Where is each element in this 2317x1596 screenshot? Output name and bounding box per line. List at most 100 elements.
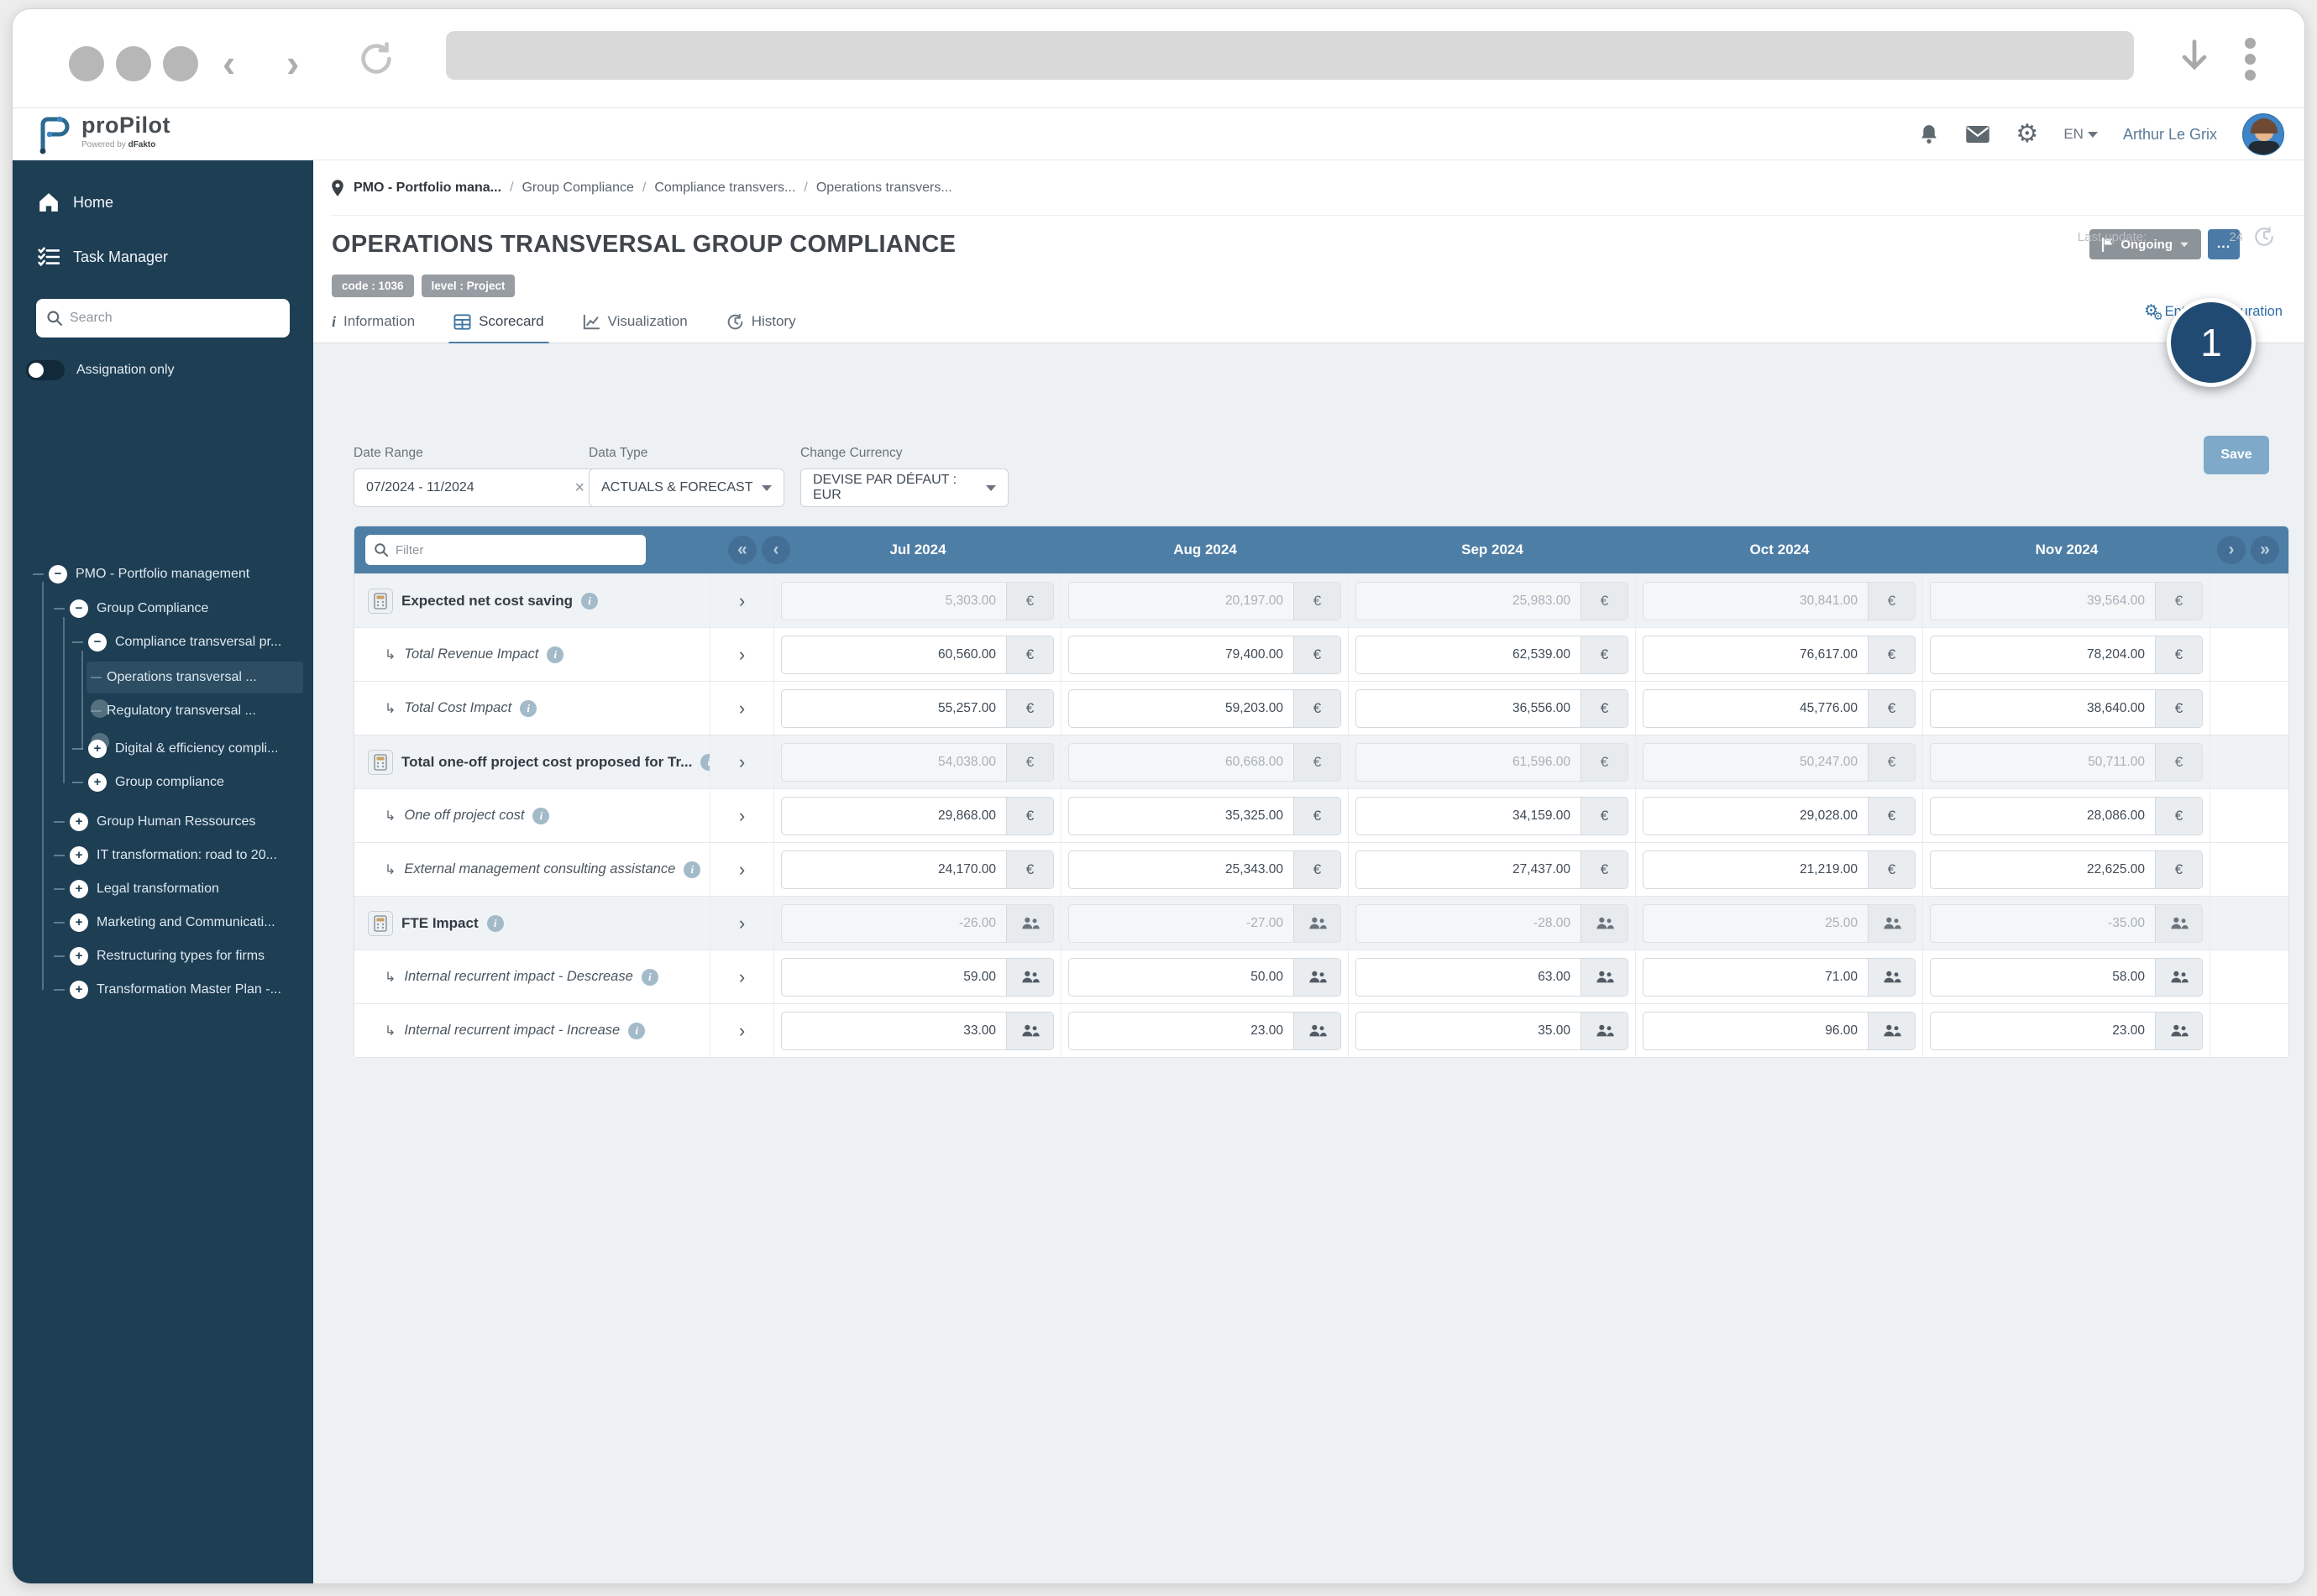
expand-row-button[interactable]: › (710, 789, 774, 842)
breadcrumb-item[interactable]: Operations transvers... (816, 181, 952, 196)
user-name[interactable]: Arthur Le Grix (2123, 126, 2217, 144)
value-input[interactable] (1643, 797, 1868, 835)
value-input[interactable] (1643, 689, 1868, 727)
value-input[interactable] (1356, 797, 1580, 835)
sidebar-tree-item[interactable]: + Legal transformation (54, 874, 219, 904)
expand-icon[interactable]: + (70, 981, 88, 999)
value-input[interactable] (1069, 850, 1293, 888)
sidebar-tree-item[interactable]: + Group Human Ressources (54, 807, 255, 837)
update-history-icon[interactable] (2253, 226, 2275, 248)
value-input[interactable] (1931, 958, 2155, 996)
sidebar-tree-item[interactable]: + IT transformation: road to 20... (54, 840, 277, 871)
expand-icon[interactable]: + (70, 913, 88, 932)
sidebar-item-task-manager[interactable]: Task Manager (13, 238, 313, 275)
value-input[interactable] (1069, 1012, 1293, 1049)
value-input[interactable] (1931, 797, 2155, 835)
collapse-icon[interactable]: − (88, 633, 107, 651)
expand-row-button[interactable]: › (710, 574, 774, 627)
sidebar-item-home[interactable]: Home (13, 184, 313, 221)
search-input[interactable] (70, 311, 280, 326)
assignation-only-toggle[interactable] (26, 360, 65, 380)
sidebar-tree-item[interactable]: − Group Compliance (54, 594, 208, 624)
info-icon[interactable]: i (641, 968, 658, 986)
info-icon[interactable]: i (684, 861, 701, 878)
sidebar-tree-item[interactable]: + Transformation Master Plan -... (54, 975, 281, 1005)
value-input[interactable] (1643, 636, 1868, 673)
expand-icon[interactable]: + (88, 773, 107, 792)
breadcrumb-item[interactable]: Compliance transvers... (654, 181, 795, 196)
filter-input[interactable] (396, 542, 637, 557)
sidebar-tree-item[interactable]: + Restructuring types for firms (54, 941, 265, 971)
value-input[interactable] (1356, 689, 1580, 727)
forward-icon[interactable]: › (286, 41, 299, 85)
value-input[interactable] (1356, 850, 1580, 888)
column-header[interactable]: Nov 2024 (1923, 542, 2210, 558)
sidebar-tree-item[interactable]: + Digital & efficiency compli... (72, 734, 278, 764)
sidebar-tree-item[interactable]: + Marketing and Communicati... (54, 908, 275, 938)
sidebar-tree-item[interactable]: Regulatory transversal ... (91, 696, 256, 751)
value-input[interactable] (1069, 689, 1293, 727)
page-first-button[interactable]: « (728, 536, 757, 564)
back-icon[interactable]: ‹ (223, 41, 235, 85)
collapse-icon[interactable]: − (49, 565, 67, 583)
expand-row-button[interactable]: › (710, 735, 774, 788)
info-icon[interactable]: i (547, 646, 564, 663)
browser-menu-icon[interactable] (2245, 38, 2257, 81)
expand-icon[interactable]: + (70, 846, 88, 865)
expand-icon[interactable]: + (70, 813, 88, 831)
expand-row-button[interactable]: › (710, 950, 774, 1003)
expand-row-button[interactable]: › (710, 843, 774, 896)
tab-history[interactable]: History (726, 308, 796, 343)
value-input[interactable] (782, 689, 1006, 727)
value-input[interactable] (782, 636, 1006, 673)
sidebar-tree-item[interactable]: − PMO - Portfolio management (33, 559, 249, 589)
info-icon[interactable]: i (581, 592, 599, 610)
value-input[interactable] (1356, 636, 1580, 673)
info-icon[interactable]: i (532, 807, 550, 824)
value-input[interactable] (782, 958, 1006, 996)
value-input[interactable] (1931, 689, 2155, 727)
value-input[interactable] (1931, 1012, 2155, 1049)
value-input[interactable] (1069, 958, 1293, 996)
value-input[interactable] (1643, 958, 1868, 996)
expand-row-button[interactable]: › (710, 897, 774, 950)
expand-icon[interactable]: + (70, 947, 88, 965)
value-input[interactable] (1356, 1012, 1580, 1049)
value-input[interactable] (782, 850, 1006, 888)
page-next-button[interactable]: › (2217, 536, 2246, 564)
column-header[interactable]: Jul 2024 (774, 542, 1062, 558)
propilot-logo[interactable]: proPilot Powered by dFakto (34, 113, 170, 156)
expand-icon[interactable]: + (88, 740, 107, 758)
sidebar-tree-item-selected[interactable]: Operations transversal ... (91, 662, 257, 718)
refresh-icon[interactable] (357, 39, 396, 78)
expand-icon[interactable]: + (70, 880, 88, 898)
tab-visualization[interactable]: Visualization (583, 308, 688, 343)
value-input[interactable] (1643, 850, 1868, 888)
page-last-button[interactable]: » (2251, 536, 2279, 564)
value-input[interactable] (1356, 958, 1580, 996)
settings-gear-icon[interactable]: ⚙ (2016, 122, 2038, 147)
avatar[interactable] (2242, 113, 2284, 155)
tab-scorecard[interactable]: Scorecard (448, 308, 550, 345)
value-input[interactable] (1931, 636, 2155, 673)
date-range-field[interactable]: 07/2024 - 11/2024 × (354, 468, 597, 507)
info-icon[interactable]: i (486, 914, 504, 932)
value-input[interactable] (1069, 797, 1293, 835)
save-button[interactable]: Save (2204, 436, 2269, 474)
value-input[interactable] (1069, 636, 1293, 673)
info-icon[interactable]: i (628, 1022, 646, 1039)
value-input[interactable] (1643, 1012, 1868, 1049)
column-header[interactable]: Aug 2024 (1062, 542, 1349, 558)
table-filter[interactable] (365, 535, 646, 565)
value-input[interactable] (1931, 850, 2155, 888)
collapse-icon[interactable]: − (70, 599, 88, 618)
window-control-dot[interactable] (116, 46, 151, 81)
clear-date-icon[interactable]: × (574, 479, 584, 498)
window-control-dot[interactable] (69, 46, 104, 81)
sidebar-tree-item[interactable]: + Group compliance (72, 767, 224, 798)
expand-row-button[interactable]: › (710, 682, 774, 735)
breadcrumb-item[interactable]: PMO - Portfolio mana... (354, 181, 501, 196)
tab-information[interactable]: i Information (332, 308, 415, 343)
info-icon[interactable]: i (520, 699, 537, 717)
messages-envelope-icon[interactable] (1965, 124, 1990, 144)
